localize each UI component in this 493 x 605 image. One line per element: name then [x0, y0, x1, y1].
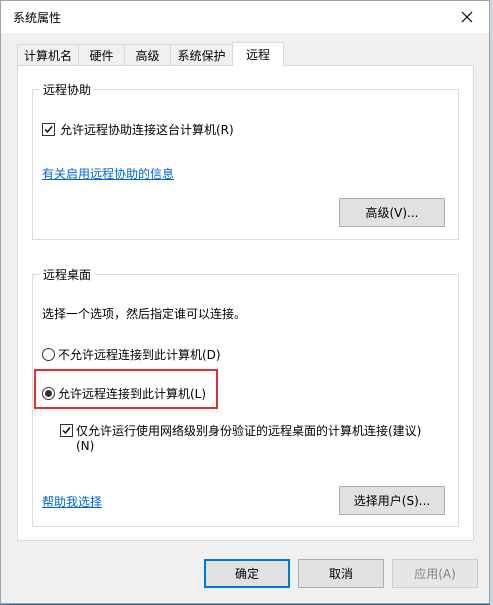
title-bar: 系统属性	[1, 1, 489, 33]
remote-desktop-title: 远程桌面	[40, 266, 95, 283]
tab-advanced[interactable]: 高级	[124, 44, 171, 65]
remote-assistance-group: 远程协助 允许远程协助连接这台计算机(R) 有关启用远程协助的信息 高级(V).…	[32, 81, 459, 240]
tab-computer-name[interactable]: 计算机名	[17, 44, 79, 65]
allow-remote-assistance-label[interactable]: 允许远程协助连接这台计算机(R)	[60, 121, 234, 138]
remote-assistance-title: 远程协助	[40, 81, 95, 98]
advanced-button[interactable]: 高级(V)...	[339, 198, 445, 227]
allow-remote-assistance-checkbox[interactable]	[42, 123, 55, 136]
disallow-remote-radio[interactable]	[42, 348, 55, 361]
ok-button[interactable]: 确定	[204, 559, 290, 588]
annotation-highlight-box	[34, 369, 218, 409]
help-me-choose-link[interactable]: 帮助我选择	[42, 493, 102, 510]
apply-button[interactable]: 应用(A)	[392, 559, 478, 588]
remote-assistance-info-link[interactable]: 有关启用远程协助的信息	[42, 165, 174, 182]
select-users-button[interactable]: 选择用户(S)...	[339, 486, 445, 515]
cancel-button[interactable]: 取消	[298, 559, 384, 588]
close-button[interactable]	[445, 1, 489, 33]
checkmark-icon	[62, 427, 71, 435]
remote-desktop-instruction: 选择一个选项，然后指定谁可以连接。	[42, 307, 247, 321]
nla-label-accelerator[interactable]: (N)	[76, 439, 94, 453]
tab-panel-remote: 远程协助 允许远程协助连接这台计算机(R) 有关启用远程协助的信息 高级(V).…	[17, 65, 474, 541]
disallow-remote-label[interactable]: 不允许远程连接到此计算机(D)	[58, 346, 221, 363]
tab-hardware[interactable]: 硬件	[78, 44, 125, 65]
nla-label[interactable]: 仅允许运行使用网络级别身份验证的远程桌面的计算机连接(建议)	[76, 422, 421, 439]
tab-system-protection[interactable]: 系统保护	[170, 44, 233, 65]
nla-checkbox[interactable]	[60, 424, 73, 437]
window-title: 系统属性	[13, 11, 62, 25]
system-properties-dialog: 系统属性 计算机名 硬件 高级 系统保护 远程 远程协助 允许远程协助连接这台计…	[0, 0, 490, 604]
tab-remote[interactable]: 远程	[232, 42, 284, 66]
close-icon	[461, 11, 473, 23]
checkmark-icon	[44, 126, 53, 134]
